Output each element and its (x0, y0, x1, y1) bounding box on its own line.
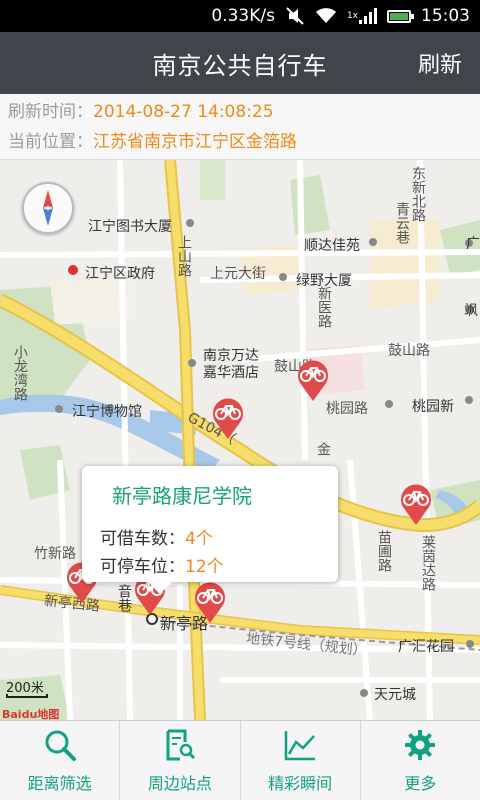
map-scale-bar (6, 694, 48, 698)
refresh-time-value: 2014-08-27 14:08:25 (93, 102, 274, 122)
nav-distance-filter[interactable]: 距离筛选 (0, 721, 121, 800)
mute-icon (285, 6, 305, 26)
map-label-shundajia: 顺达佳苑 (304, 238, 360, 254)
map-label-shangyuan: 上元大街 (210, 266, 266, 282)
park-count-value: 12个 (185, 557, 224, 577)
refresh-button[interactable]: 刷新 (418, 32, 462, 94)
map-label-miaoyun-road: 苗圃路 (376, 530, 392, 572)
clock: 15:03 (421, 6, 470, 26)
map-view[interactable]: 江宁图书大厦 江宁区政府 上山路 上元大街 顺达佳苑 绿野大厦 东新北路 青云巷… (0, 160, 480, 720)
bike-station-pin[interactable] (192, 578, 228, 624)
map-label-museum: 江宁博物馆 (72, 404, 142, 420)
map-label-guang-cut: 广 (466, 236, 480, 252)
bike-icon (401, 484, 431, 525)
location-label: 当前位置： (8, 132, 93, 152)
borrow-count-value: 4个 (185, 529, 213, 549)
wifi-icon (315, 7, 337, 25)
search-icon (45, 730, 76, 761)
refresh-time-label: 刷新时间： (8, 102, 93, 122)
bike-icon (298, 360, 328, 401)
map-label-yinxiang: 音巷 (116, 584, 132, 612)
gear-icon (405, 729, 436, 760)
map-label-guanghui: 广汇花园 (398, 639, 454, 655)
baidu-logo: Baidu地图 (2, 708, 60, 720)
station-popup[interactable]: 新亭路康尼学院 可借车数：4个 可停车位：12个 (82, 466, 338, 594)
map-label-xinyi-road: 新医路 (316, 286, 332, 328)
bike-station-pin[interactable] (210, 394, 246, 440)
map-label-feng-cut: 飒 (464, 303, 478, 319)
bike-station-pin[interactable] (295, 356, 331, 402)
map-label-library: 江宁图书大厦 (88, 219, 172, 235)
line-chart-icon (284, 730, 316, 760)
page-title: 南京公共自行车 (152, 51, 328, 80)
map-label-wanda: 南京万达嘉华酒店 (203, 348, 259, 381)
nav-label: 距离筛选 (27, 773, 92, 793)
location-row: 当前位置：江苏省南京市江宁区金箔路 (8, 127, 297, 157)
borrow-count-row: 可借车数：4个 (100, 524, 213, 549)
nav-label: 更多 (404, 773, 437, 793)
map-label-tianyuan: 天元城 (374, 687, 416, 703)
nav-label: 周边站点 (147, 773, 212, 793)
bike-station-pin[interactable] (398, 480, 434, 526)
station-name: 新亭路康尼学院 (112, 484, 252, 508)
compass-icon[interactable] (22, 182, 74, 234)
title-bar: 南京公共自行车 刷新 (0, 32, 480, 94)
bottom-nav: 距离筛选 周边站点 精彩瞬间 更多 (0, 720, 480, 800)
bike-icon (213, 398, 243, 439)
network-type: 1x (346, 11, 358, 21)
info-panel: 刷新时间：2014-08-27 14:08:25 当前位置：江苏省南京市江宁区金… (0, 94, 480, 160)
borrow-count-label: 可借车数： (100, 529, 185, 549)
nav-more[interactable]: 更多 (361, 721, 480, 800)
map-label-shangshan-road: 上山路 (176, 235, 192, 277)
signal-icon: 1x (347, 8, 377, 24)
document-search-icon (166, 729, 195, 760)
bike-icon (195, 582, 225, 623)
nav-nearby-stations[interactable]: 周边站点 (120, 721, 241, 800)
map-label-gov: 江宁区政府 (85, 266, 155, 282)
nav-highlights[interactable]: 精彩瞬间 (241, 721, 361, 800)
refresh-time-row: 刷新时间：2014-08-27 14:08:25 (8, 97, 274, 127)
status-bar: 0.33K/s 1x 15:03 (0, 0, 480, 32)
nav-label: 精彩瞬间 (268, 773, 333, 793)
map-label-jin-cut: 金 (315, 442, 331, 456)
map-label-qingyun: 青云巷 (394, 202, 410, 244)
map-label-gushan-road-2: 鼓山路 (388, 343, 430, 359)
network-speed: 0.33K/s (211, 6, 275, 26)
map-label-taoyuan-road: 桃园路 (326, 401, 368, 417)
location-value: 江苏省南京市江宁区金箔路 (93, 132, 297, 152)
park-count-label: 可停车位： (100, 557, 185, 577)
map-label-laiyan-road: 莱茵达路 (420, 535, 436, 591)
battery-icon (387, 9, 414, 23)
map-label-taoyuan-new: 桃园新 (412, 399, 454, 415)
park-count-row: 可停车位：12个 (100, 552, 224, 577)
map-label-xiaolong-road: 小龙湾路 (12, 345, 28, 401)
